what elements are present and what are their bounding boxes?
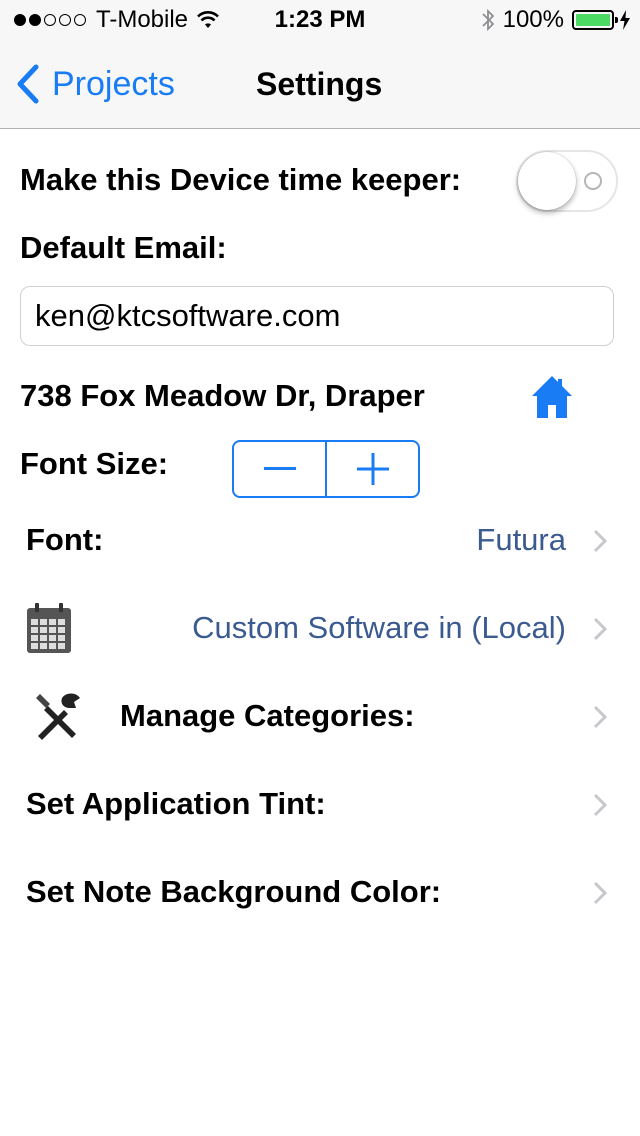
font-label: Font: bbox=[26, 522, 104, 557]
decrease-font-button[interactable] bbox=[234, 442, 325, 496]
battery-percent: 100% bbox=[502, 6, 564, 33]
chevron-right-icon bbox=[593, 617, 608, 641]
calendar-icon bbox=[27, 603, 71, 653]
manage-categories-label: Manage Categories: bbox=[120, 698, 415, 733]
plus-icon bbox=[356, 453, 389, 485]
chevron-left-icon bbox=[17, 64, 39, 104]
default-email-label: Default Email: bbox=[20, 230, 227, 265]
page-title: Settings bbox=[256, 66, 383, 102]
toggle-knob bbox=[518, 152, 576, 210]
navigation-bar: Projects Settings bbox=[0, 40, 640, 129]
chevron-right-icon bbox=[593, 793, 608, 817]
font-size-label: Font Size: bbox=[20, 446, 169, 481]
minus-icon bbox=[263, 467, 296, 470]
font-size-stepper bbox=[232, 440, 420, 498]
tools-icon bbox=[36, 693, 80, 740]
timekeeper-toggle[interactable] bbox=[516, 150, 618, 212]
home-icon[interactable] bbox=[530, 374, 574, 420]
increase-font-button[interactable] bbox=[327, 442, 418, 496]
charging-bolt-icon bbox=[620, 10, 630, 30]
toggle-off-indicator-icon bbox=[584, 172, 602, 190]
status-right: 100% bbox=[481, 6, 630, 34]
email-field[interactable] bbox=[20, 286, 614, 346]
chevron-right-icon bbox=[593, 705, 608, 729]
bluetooth-icon bbox=[481, 8, 494, 32]
battery-icon bbox=[572, 10, 618, 30]
app-tint-label: Set Application Tint: bbox=[26, 786, 326, 821]
note-background-label: Set Note Background Color: bbox=[26, 874, 442, 909]
status-bar: T-Mobile 1:23 PM 100% bbox=[0, 0, 640, 40]
back-button[interactable]: Projects bbox=[16, 64, 175, 104]
timekeeper-label: Make this Device time keeper: bbox=[20, 162, 462, 197]
chevron-right-icon bbox=[593, 529, 608, 553]
calendar-value: Custom Software in (Local) bbox=[192, 610, 566, 645]
chevron-right-icon bbox=[593, 881, 608, 905]
address-text: 738 Fox Meadow Dr, Draper bbox=[20, 378, 425, 413]
back-button-label: Projects bbox=[52, 64, 175, 103]
font-value: Futura bbox=[476, 522, 566, 557]
